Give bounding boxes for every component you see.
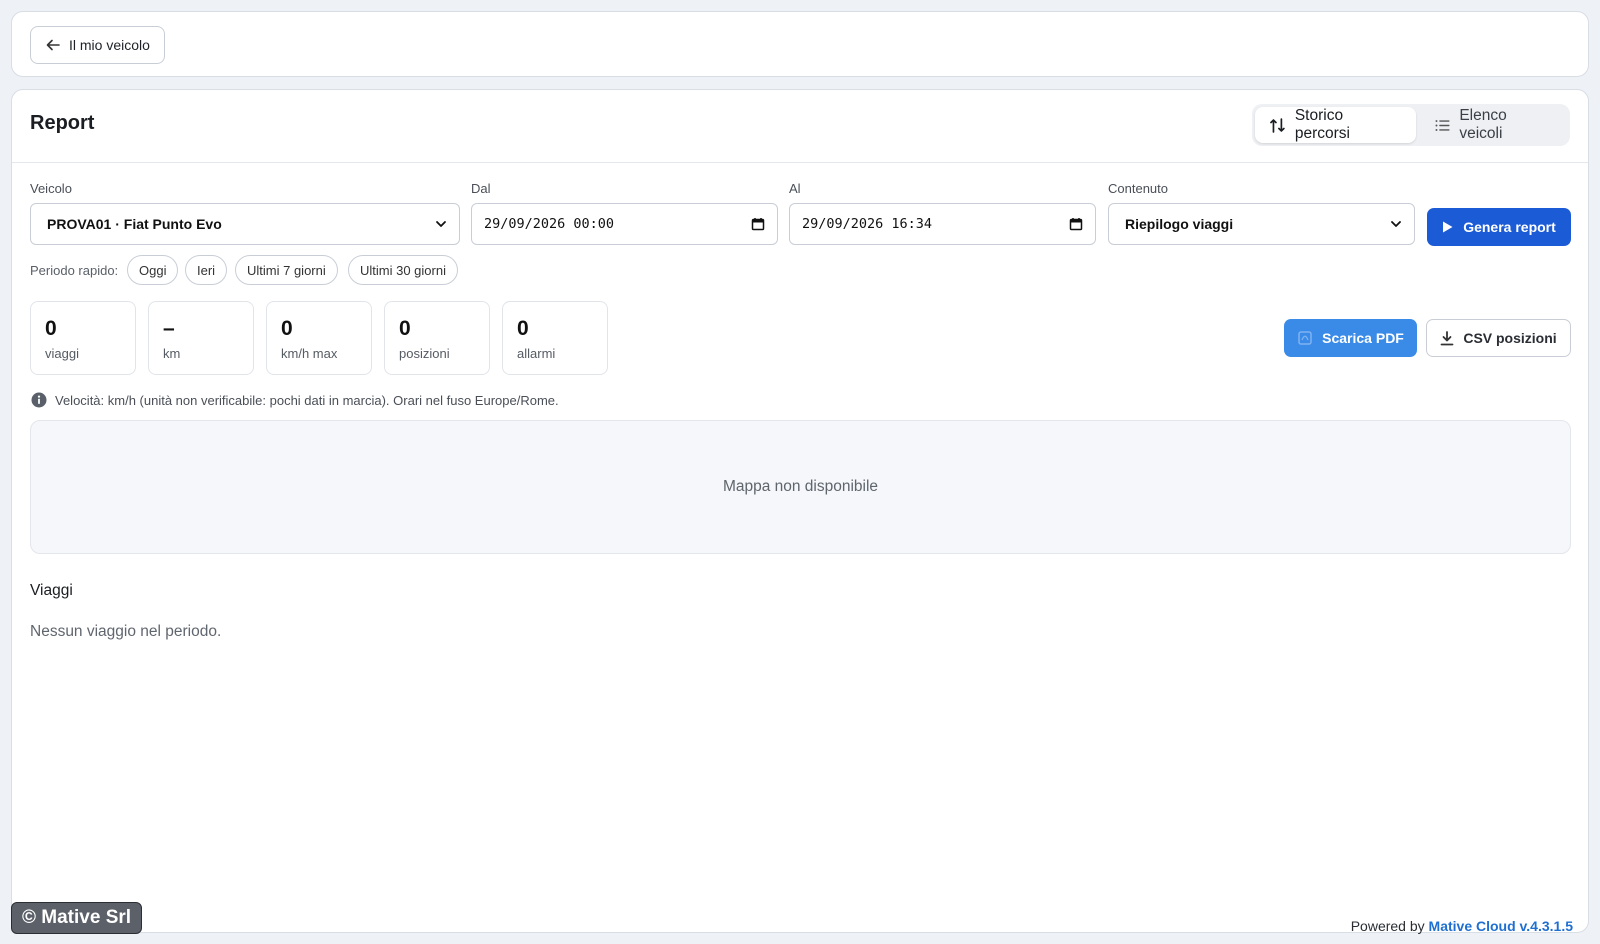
stat-label: km bbox=[163, 346, 181, 361]
stat-label: viaggi bbox=[45, 346, 79, 361]
powered-brand-link[interactable]: Mative Cloud v.4.3.1.5 bbox=[1429, 918, 1573, 934]
trips-title: Viaggi bbox=[30, 582, 73, 599]
vehicle-select-value: PROVA01 · Fiat Punto Evo bbox=[47, 216, 222, 232]
from-date-input[interactable]: 29/09/2026 00:00 bbox=[471, 203, 778, 245]
content-select[interactable]: Riepilogo viaggi bbox=[1108, 203, 1415, 245]
from-label: Dal bbox=[471, 181, 491, 196]
to-label: Al bbox=[789, 181, 801, 196]
info-note-text: Velocità: km/h (unità non verificabile: … bbox=[55, 392, 559, 408]
download-pdf-button[interactable]: Scarica PDF bbox=[1284, 319, 1417, 357]
tab-elenco-veicoli[interactable]: Elenco veicoli bbox=[1420, 107, 1567, 143]
top-bar: Il mio veicolo bbox=[11, 11, 1589, 77]
info-icon bbox=[31, 392, 47, 408]
report-header: Report Storico percorsi Elenco veicoli bbox=[12, 90, 1588, 163]
quick-period-today[interactable]: Oggi bbox=[127, 255, 179, 285]
back-button-label: Il mio veicolo bbox=[69, 37, 150, 53]
stat-alarms: 0 allarmi bbox=[502, 301, 608, 375]
to-date-value: 29/09/2026 16:34 bbox=[802, 216, 933, 232]
route-icon bbox=[1270, 117, 1285, 133]
quick-period-label: Periodo rapido: bbox=[30, 263, 119, 278]
csv-positions-button[interactable]: CSV posizioni bbox=[1426, 319, 1571, 357]
chevron-down-icon bbox=[436, 221, 446, 227]
to-date-input[interactable]: 29/09/2026 16:34 bbox=[789, 203, 1096, 245]
stat-value: 0 bbox=[45, 317, 57, 340]
powered-prefix: Powered by bbox=[1350, 918, 1425, 934]
info-note: Velocità: km/h (unità non verificabile: … bbox=[31, 392, 559, 408]
stat-value: 0 bbox=[399, 317, 411, 340]
report-card: Report Storico percorsi Elenco veicoli V… bbox=[11, 89, 1589, 933]
view-switcher: Storico percorsi Elenco veicoli bbox=[1252, 104, 1570, 146]
list-icon bbox=[1435, 119, 1450, 131]
calendar-icon[interactable] bbox=[1069, 217, 1083, 231]
from-date-value: 29/09/2026 00:00 bbox=[484, 216, 615, 232]
generate-report-label: Genera report bbox=[1463, 219, 1556, 235]
quick-period-7-days[interactable]: Ultimi 7 giorni bbox=[235, 255, 338, 285]
stat-label: km/h max bbox=[281, 346, 338, 361]
tab-label: Elenco veicoli bbox=[1459, 107, 1507, 142]
download-icon bbox=[1440, 330, 1454, 345]
csv-positions-label: CSV posizioni bbox=[1463, 330, 1557, 346]
play-icon bbox=[1443, 221, 1453, 233]
trips-empty-message: Nessun viaggio nel periodo. bbox=[30, 623, 222, 640]
content-select-value: Riepilogo viaggi bbox=[1125, 216, 1234, 232]
content-label: Contenuto bbox=[1108, 181, 1168, 196]
tab-storico-percorsi[interactable]: Storico percorsi bbox=[1255, 107, 1416, 143]
tab-label: Storico percorsi bbox=[1294, 107, 1350, 142]
stat-value: – bbox=[163, 317, 175, 340]
stat-label: posizioni bbox=[399, 346, 450, 361]
stat-max-speed: 0 km/h max bbox=[266, 301, 372, 375]
powered-by: Powered by Mative Cloud v.4.3.1.5 bbox=[1351, 918, 1573, 934]
chevron-down-icon bbox=[1391, 221, 1401, 227]
stat-value: 0 bbox=[517, 317, 529, 340]
vehicle-label: Veicolo bbox=[30, 181, 72, 196]
stat-trips: 0 viaggi bbox=[30, 301, 136, 375]
stat-value: 0 bbox=[281, 317, 293, 340]
pdf-icon bbox=[1298, 331, 1312, 345]
copyright-watermark: © Mative Srl bbox=[11, 902, 143, 934]
download-pdf-label: Scarica PDF bbox=[1322, 330, 1404, 346]
stat-label: allarmi bbox=[517, 346, 556, 361]
arrow-left-icon bbox=[46, 39, 60, 51]
stat-positions: 0 posizioni bbox=[384, 301, 490, 375]
map-message: Mappa non disponibile bbox=[722, 478, 879, 495]
map-placeholder: Mappa non disponibile bbox=[30, 420, 1571, 554]
quick-period-yesterday[interactable]: Ieri bbox=[185, 255, 228, 285]
calendar-icon[interactable] bbox=[751, 217, 765, 231]
stat-km: – km bbox=[148, 301, 254, 375]
quick-period-30-days[interactable]: Ultimi 30 giorni bbox=[348, 255, 458, 285]
vehicle-select[interactable]: PROVA01 · Fiat Punto Evo bbox=[30, 203, 460, 245]
page-title: Report bbox=[30, 112, 95, 134]
generate-report-button[interactable]: Genera report bbox=[1427, 208, 1571, 246]
back-button[interactable]: Il mio veicolo bbox=[30, 26, 165, 64]
